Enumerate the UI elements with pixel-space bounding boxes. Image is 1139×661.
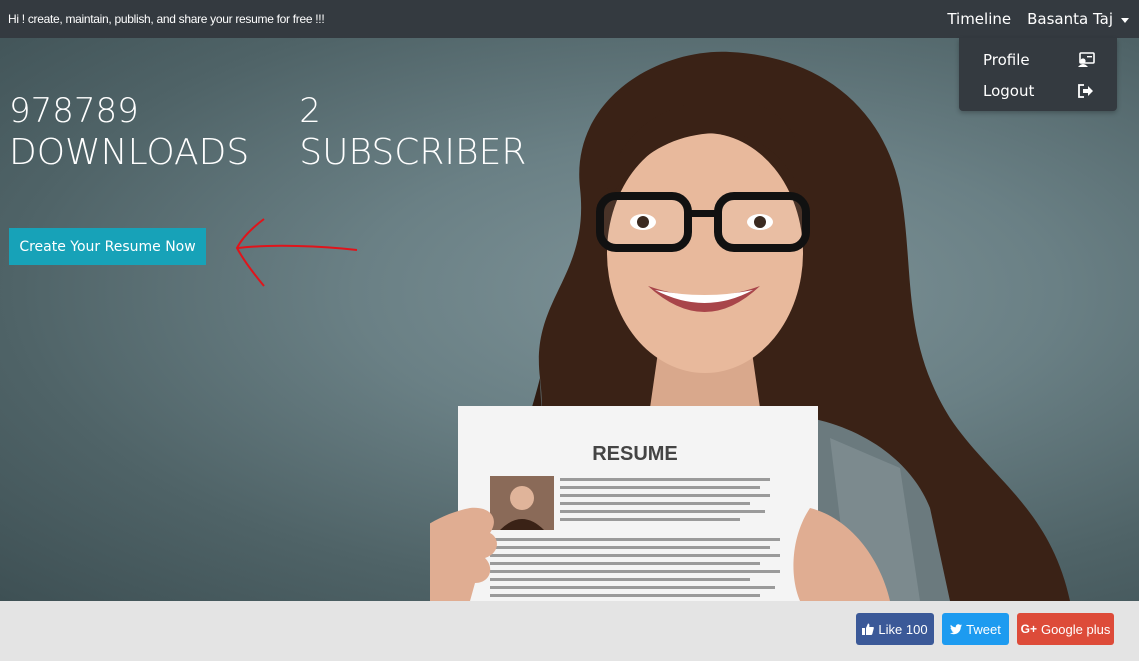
- profile-card-icon: [1078, 51, 1095, 67]
- user-name: Basanta Taj: [1027, 10, 1113, 28]
- subscriber-label: SUBSCRIBER: [299, 132, 527, 173]
- stat-subscribers: 2 SUBSCRIBER: [299, 90, 526, 174]
- thumbs-up-icon: [862, 623, 875, 635]
- top-navbar: Hi ! create, maintain, publish, and shar…: [0, 0, 1139, 38]
- stats-row: 978789 DOWNLOADS 2 SUBSCRIBER: [9, 90, 526, 174]
- caret-down-icon: [1121, 17, 1129, 23]
- facebook-like-label: Like 100: [878, 621, 928, 637]
- twitter-bird-icon: [950, 624, 963, 635]
- dropdown-item-logout[interactable]: Logout: [959, 75, 1117, 106]
- subscriber-count: 2: [299, 91, 321, 131]
- annotation-arrow-icon: [235, 218, 358, 287]
- twitter-tweet-button[interactable]: Tweet: [942, 613, 1009, 645]
- create-resume-button[interactable]: Create Your Resume Now: [9, 228, 206, 265]
- google-plus-icon: G+: [1020, 622, 1037, 636]
- stat-downloads: 978789 DOWNLOADS: [9, 90, 249, 174]
- google-plus-label: Google plus: [1040, 621, 1111, 637]
- downloads-label: DOWNLOADS: [9, 132, 250, 173]
- logout-icon: [1078, 83, 1093, 98]
- user-dropdown-menu: Profile Logout: [959, 38, 1117, 111]
- nav-links: Timeline Basanta Taj: [947, 10, 1129, 28]
- tweet-label: Tweet: [966, 621, 1001, 637]
- downloads-count: 978789: [9, 91, 139, 131]
- nav-timeline-link[interactable]: Timeline: [947, 10, 1011, 28]
- site-tagline: Hi ! create, maintain, publish, and shar…: [8, 12, 325, 26]
- google-plus-button[interactable]: G+ Google plus: [1017, 613, 1114, 645]
- woman-holding-resume-image: RESUME: [430, 51, 1070, 601]
- user-menu-toggle[interactable]: Basanta Taj: [1027, 10, 1129, 28]
- dropdown-item-label: Profile: [983, 50, 1030, 69]
- footer-bar: Like 100 Tweet G+ Google plus: [0, 601, 1139, 661]
- resume-heading: RESUME: [592, 443, 678, 465]
- dropdown-item-profile[interactable]: Profile: [959, 44, 1117, 75]
- hero-banner: RESUME 978789 DOWNLOADS 2 SUBSCRIBER Cre…: [0, 38, 1139, 601]
- dropdown-item-label: Logout: [983, 81, 1035, 100]
- facebook-like-button[interactable]: Like 100: [856, 613, 934, 645]
